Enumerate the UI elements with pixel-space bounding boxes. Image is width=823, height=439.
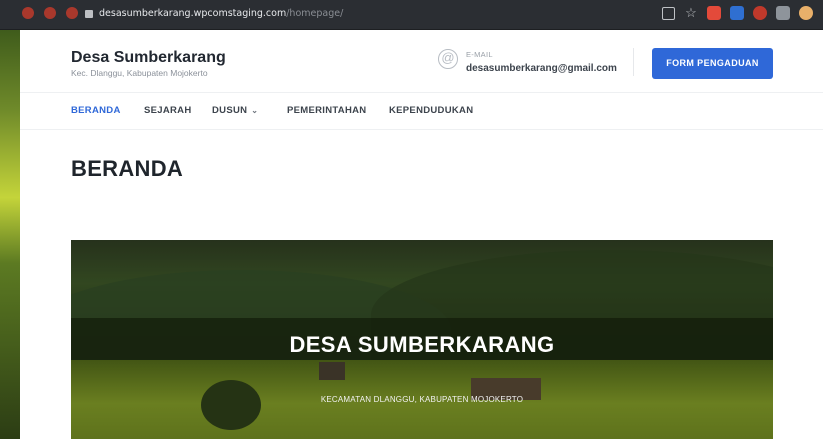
bookmark-star-icon[interactable]: ☆ [684, 6, 698, 20]
back-icon[interactable] [22, 7, 34, 19]
extensions-puzzle-icon[interactable] [776, 6, 790, 20]
nav-item-label: BERANDA [71, 105, 121, 116]
browser-extensions: ☆ [662, 6, 813, 20]
browser-nav-buttons [22, 7, 78, 19]
nav-item-sejarah[interactable]: SEJARAH [144, 105, 192, 116]
url-path: /homepage/ [286, 8, 344, 19]
share-icon[interactable] [662, 6, 675, 20]
address-bar[interactable]: desasumberkarang.wpcomstaging.com /homep… [85, 5, 645, 23]
page-title: BERANDA [71, 156, 184, 181]
header-divider [633, 48, 634, 76]
nav-item-label: SEJARAH [144, 105, 192, 116]
gmail-extension-icon[interactable] [707, 6, 721, 20]
web-page: Desa Sumberkarang Kec. Dlanggu, Kabupate… [20, 30, 823, 439]
hero-banner: DESA SUMBERKARANG KECAMATAN DLANGGU, KAB… [71, 240, 773, 439]
lock-icon[interactable] [85, 10, 93, 18]
email-label: E-MAIL [466, 50, 493, 59]
nav-item-beranda[interactable]: BERANDA [71, 105, 121, 116]
form-pengaduan-button[interactable]: FORM PENGADUAN [652, 48, 773, 79]
reload-icon[interactable] [66, 7, 78, 19]
nav-item-pemerintahan[interactable]: PEMERINTAHAN [287, 105, 366, 116]
url-host: desasumberkarang.wpcomstaging.com [99, 8, 287, 19]
nav-item-label: DUSUN [212, 105, 248, 116]
site-header: Desa Sumberkarang Kec. Dlanggu, Kabupate… [20, 30, 823, 92]
email-value: desasumberkarang@gmail.com [466, 63, 617, 74]
forward-icon[interactable] [44, 7, 56, 19]
profile-avatar-icon[interactable] [799, 6, 813, 20]
hero-title: DESA SUMBERKARANG [289, 332, 555, 357]
at-sign-icon: @ [438, 49, 458, 69]
desktop-background-strip [0, 0, 20, 439]
site-subtitle: Kec. Dlanggu, Kabupaten Mojokerto [71, 68, 208, 78]
site-title[interactable]: Desa Sumberkarang [71, 49, 226, 67]
nav-item-label: PEMERINTAHAN [287, 105, 367, 116]
extension-icon[interactable] [730, 6, 744, 20]
nav-item-dusun[interactable]: DUSUN ⌄ [212, 105, 258, 116]
browser-toolbar: desasumberkarang.wpcomstaging.com /homep… [0, 0, 823, 30]
nav-item-label: KEPENDUDUKAN [389, 105, 474, 116]
main-nav: BERANDA SEJARAH DUSUN ⌄ PEMERINTAHAN KEPE… [20, 92, 823, 130]
hero-subtitle: KECAMATAN DLANGGU, KABUPATEN MOJOKERTO [320, 395, 524, 404]
red-extension-icon[interactable] [753, 6, 767, 20]
chevron-down-icon: ⌄ [251, 106, 259, 115]
nav-item-kependudukan[interactable]: KEPENDUDUKAN [389, 105, 473, 116]
